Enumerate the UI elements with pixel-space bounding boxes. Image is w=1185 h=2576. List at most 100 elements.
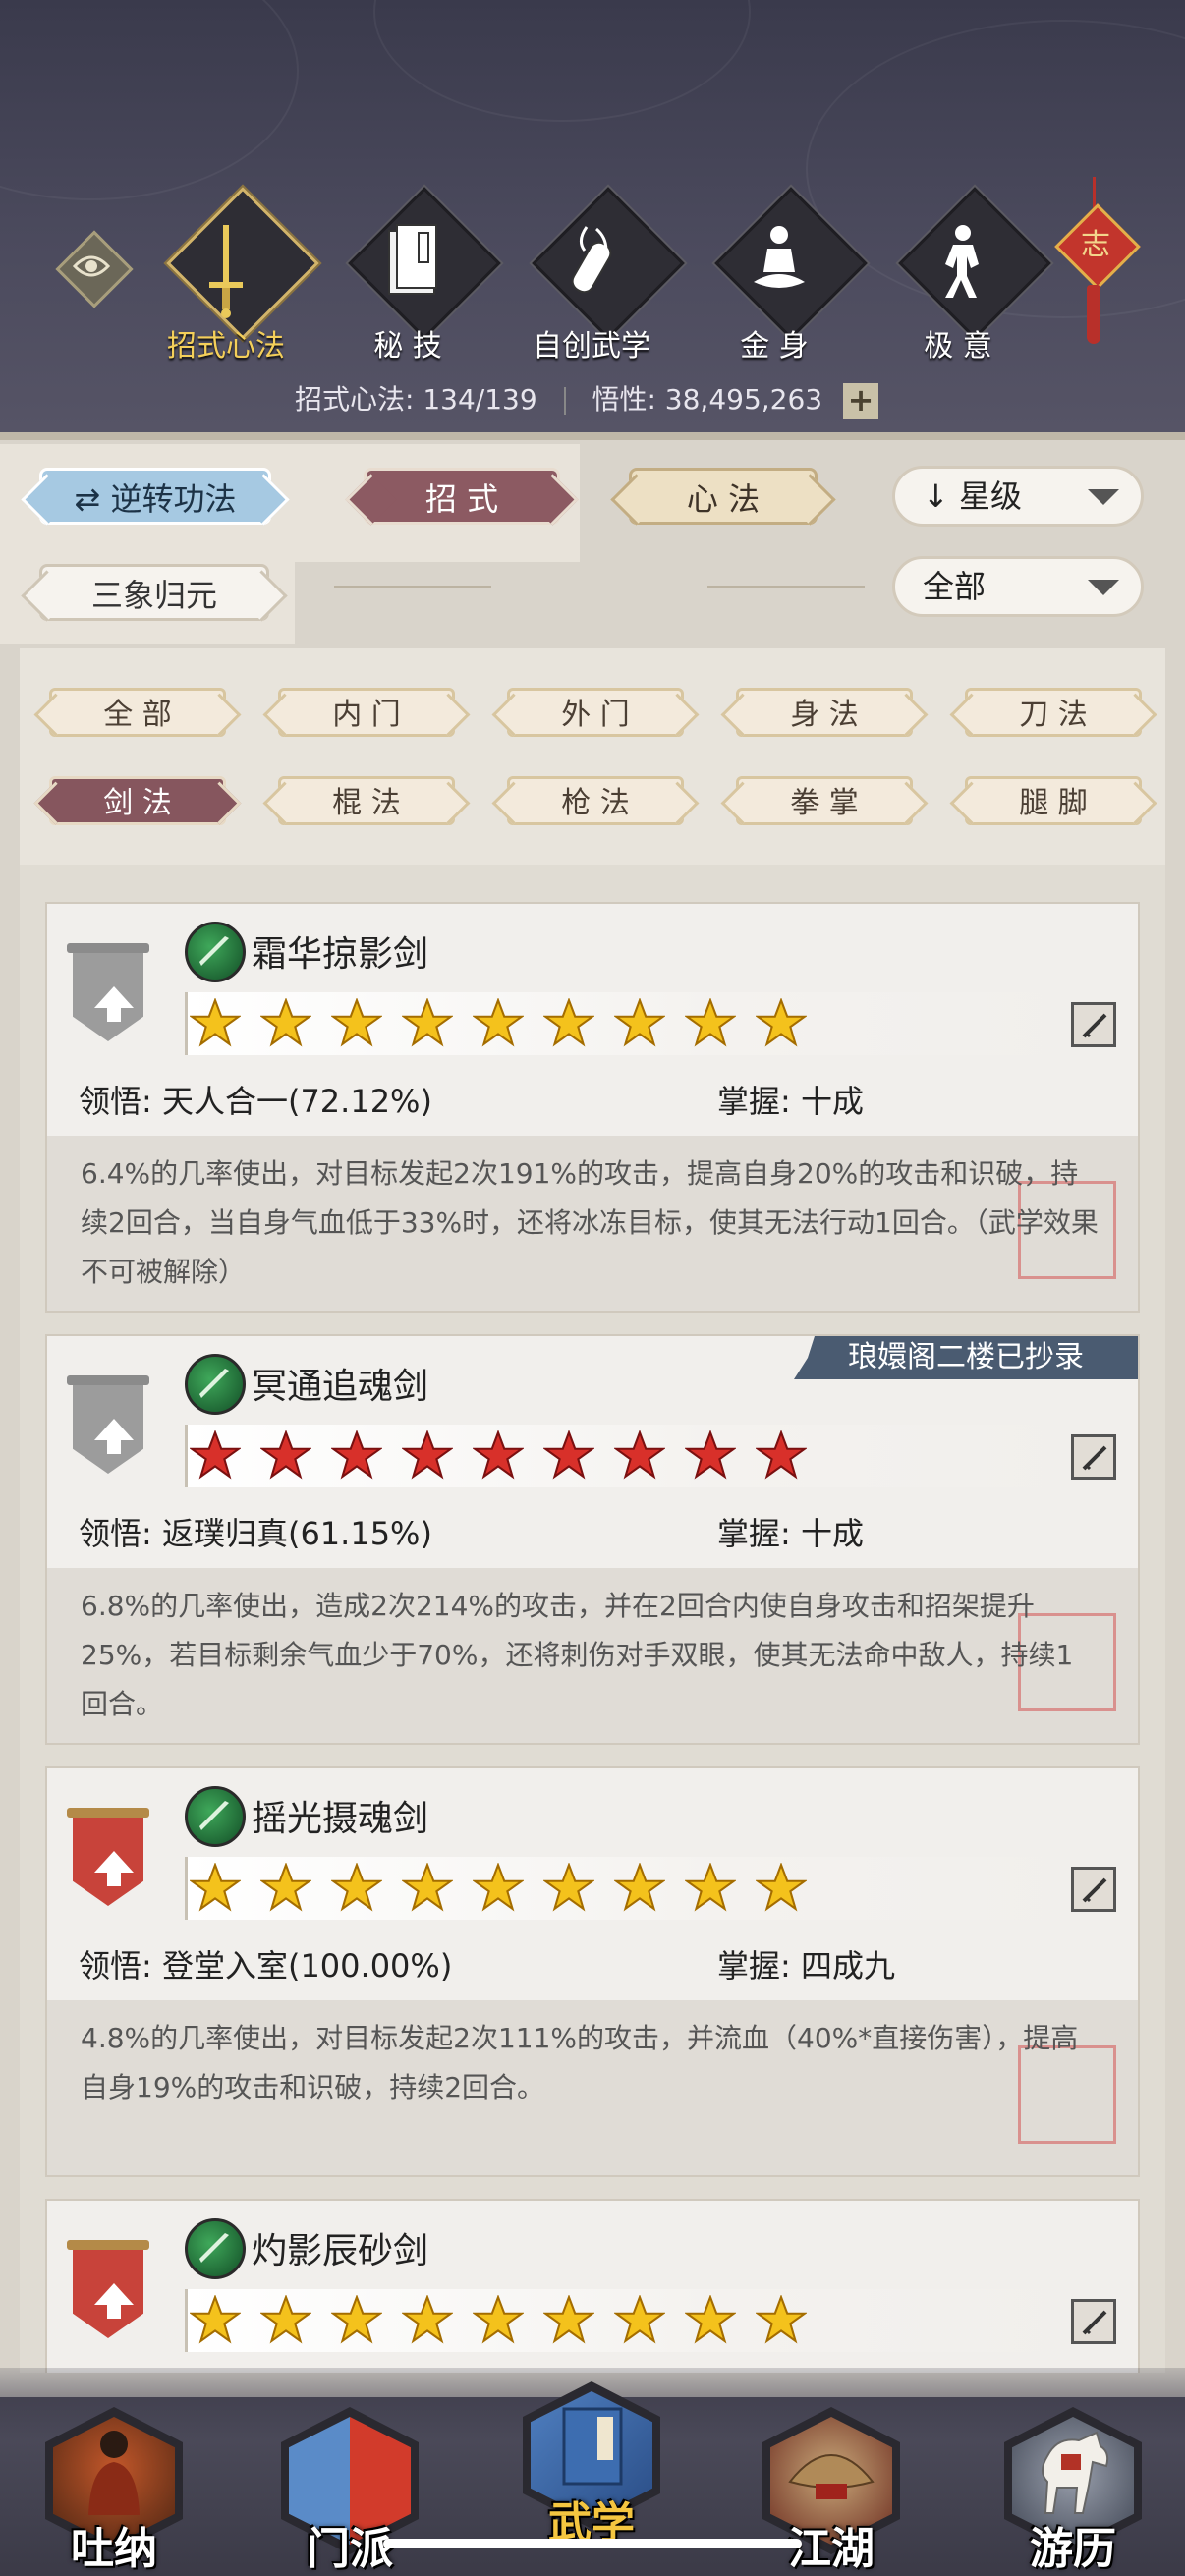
insight-level: 领悟: 返璞归真(61.15%) xyxy=(79,1515,432,1552)
filter-leg[interactable]: 腿 脚 xyxy=(965,776,1142,825)
weapon-type-icon[interactable] xyxy=(1071,1434,1116,1480)
filter-inner[interactable]: 内 门 xyxy=(278,688,455,737)
sword-skill-icon xyxy=(185,922,246,982)
star-icon xyxy=(614,1430,665,1480)
filter-blade[interactable]: 刀 法 xyxy=(965,688,1142,737)
meditation-icon xyxy=(754,226,805,288)
skill-description-area: 6.8%的几率使出，造成2次214%的攻击，并在2回合内使自身攻击和招架提升25… xyxy=(47,1568,1138,1743)
ornament-char: 志 xyxy=(1081,228,1110,262)
star-icon xyxy=(685,998,736,1047)
insight-value: 悟性: 38,495,263 xyxy=(592,383,823,416)
skill-description: 6.4%的几率使出，对目标发起2次191%的攻击，提高自身20%的攻击和识破，持… xyxy=(81,1157,1099,1288)
skill-name: 摇光摄魂剑 xyxy=(252,1799,429,1839)
filter-movement[interactable]: 身 法 xyxy=(736,688,913,737)
tab-moves[interactable]: 招 式 xyxy=(364,468,560,525)
star-rating xyxy=(185,2289,1072,2352)
filter-label: 全 部 xyxy=(103,698,172,732)
star-icon xyxy=(543,1863,594,1912)
star-icon xyxy=(260,1430,311,1480)
view-toggle-button[interactable] xyxy=(55,230,134,308)
swap-icon: ⇄ xyxy=(74,480,111,518)
book-icon xyxy=(388,224,437,295)
rank-up-silver-icon xyxy=(67,1375,149,1484)
scroll-icon xyxy=(571,226,612,294)
star-icon xyxy=(331,998,382,1047)
sort-select[interactable]: ↓ 星级 xyxy=(892,466,1144,527)
skill-name: 霜华掠影剑 xyxy=(252,934,429,975)
ambition-ornament-button[interactable]: 志 xyxy=(1051,177,1141,354)
rank-up-red-icon xyxy=(67,1808,149,1916)
insight-level: 领悟: 登堂入室(100.00%) xyxy=(79,1947,453,1985)
insight-level: 领悟: 天人合一(72.12%) xyxy=(79,1083,432,1120)
star-icon xyxy=(190,1430,241,1480)
skill-card[interactable]: 灼影辰砂剑 xyxy=(45,2199,1140,2373)
monk-icon xyxy=(88,2431,140,2515)
weapon-type-icon[interactable] xyxy=(1071,1002,1116,1047)
filter-label: 刀 法 xyxy=(1019,698,1088,732)
star-rating xyxy=(185,992,1072,1055)
nav-breathing[interactable]: 吐纳 xyxy=(16,2387,212,2576)
skill-description-area: 6.4%的几率使出，对目标发起2次191%的攻击，提高自身20%的攻击和识破，持… xyxy=(47,1136,1138,1311)
nav-martial-arts[interactable]: 武学 xyxy=(493,2362,690,2550)
tab-ultimate-intent[interactable]: 极 意 xyxy=(884,187,1051,364)
skill-card[interactable]: 冥通追魂剑 领悟: 返璞归真(61.15%) 掌握: 十成 6.8%的几率使出，造成2… xyxy=(45,1334,1140,1745)
tab-golden-body[interactable]: 金 身 xyxy=(701,187,868,364)
skill-card[interactable]: 摇光摄魂剑 领悟: 登堂入室(100.00%) 掌握: 四成九 4.8%的几率使出，对… xyxy=(45,1766,1140,2177)
filter-staff[interactable]: 棍 法 xyxy=(278,776,455,825)
tab-label: 自创武学 xyxy=(533,329,650,364)
three-elements-button[interactable]: 三象归元 xyxy=(39,564,269,621)
category-select[interactable]: 全部 xyxy=(892,556,1144,617)
star-icon xyxy=(260,1863,311,1912)
tab-label: 招式心法 xyxy=(167,329,285,364)
moves-count: 招式心法: 134/139 xyxy=(295,383,537,416)
nav-travel[interactable]: 游历 xyxy=(975,2387,1171,2576)
star-icon xyxy=(614,1863,665,1912)
tab-custom-martial[interactable]: 自创武学 xyxy=(518,187,685,364)
stats-bar: 招式心法: 134/139 悟性: 38,495,263 + xyxy=(295,378,879,419)
star-icon xyxy=(685,1863,736,1912)
filter-label: 身 法 xyxy=(790,698,859,732)
star-icon xyxy=(473,1430,524,1480)
tab-secret-skills[interactable]: 秘 技 xyxy=(334,187,501,364)
tab-label: 金 身 xyxy=(740,329,809,364)
star-icon xyxy=(190,2295,241,2344)
arrow-down-icon: ↓ xyxy=(923,477,949,515)
tab-inner-methods[interactable]: 心 法 xyxy=(629,468,818,525)
tab-label: 秘 技 xyxy=(373,329,442,364)
filter-outer[interactable]: 外 门 xyxy=(507,688,684,737)
filter-label: 外 门 xyxy=(561,698,630,732)
filter-label: 拳 掌 xyxy=(790,786,859,820)
reverse-method-button[interactable]: ⇄ 逆转功法 xyxy=(39,468,271,525)
mastery-level: 掌握: 十成 xyxy=(717,1083,864,1120)
skill-list[interactable]: 霜华掠影剑领悟: 天人合一(72.12%) 掌握: 十成 6.4%的几率使出，对目标… xyxy=(20,865,1165,2373)
skill-name: 冥通追魂剑 xyxy=(252,1367,429,1407)
martial-stance-icon xyxy=(945,225,979,298)
tab-moves-methods[interactable]: 招式心法 xyxy=(152,187,319,364)
star-icon xyxy=(402,1863,453,1912)
filter-spear[interactable]: 枪 法 xyxy=(507,776,684,825)
nav-label: 游历 xyxy=(1030,2524,1116,2574)
filter-sword[interactable]: 剑 法 xyxy=(49,776,226,825)
nav-label: 吐纳 xyxy=(71,2524,157,2574)
filter-all[interactable]: 全 部 xyxy=(49,688,226,737)
tab-label: 极 意 xyxy=(924,329,992,364)
star-icon xyxy=(614,998,665,1047)
divider-right xyxy=(707,586,865,588)
weapon-type-icon[interactable] xyxy=(1071,2299,1116,2344)
filter-label: 棍 法 xyxy=(332,786,401,820)
star-icon xyxy=(260,998,311,1047)
star-icon xyxy=(756,2295,807,2344)
sword-skill-icon xyxy=(185,1354,246,1415)
home-indicator[interactable] xyxy=(383,2539,802,2548)
weapon-type-icon[interactable] xyxy=(1071,1867,1116,1912)
straw-hat-icon xyxy=(788,2454,875,2499)
rank-up-silver-icon xyxy=(67,943,149,1051)
skill-description: 6.8%的几率使出，造成2次214%的攻击，并在2回合内使自身攻击和招架提升25… xyxy=(81,1590,1074,1720)
star-icon xyxy=(543,998,594,1047)
skill-description: 4.8%的几率使出，对目标发起2次111%的攻击，并流血（40%*直接伤害），提… xyxy=(81,2022,1079,2103)
filter-area xyxy=(20,648,1165,865)
filter-label: 枪 法 xyxy=(561,786,630,820)
skill-card[interactable]: 霜华掠影剑领悟: 天人合一(72.12%) 掌握: 十成 6.4%的几率使出，对目标… xyxy=(45,902,1140,1313)
add-insight-button[interactable]: + xyxy=(843,383,879,419)
filter-fist[interactable]: 拳 掌 xyxy=(736,776,913,825)
